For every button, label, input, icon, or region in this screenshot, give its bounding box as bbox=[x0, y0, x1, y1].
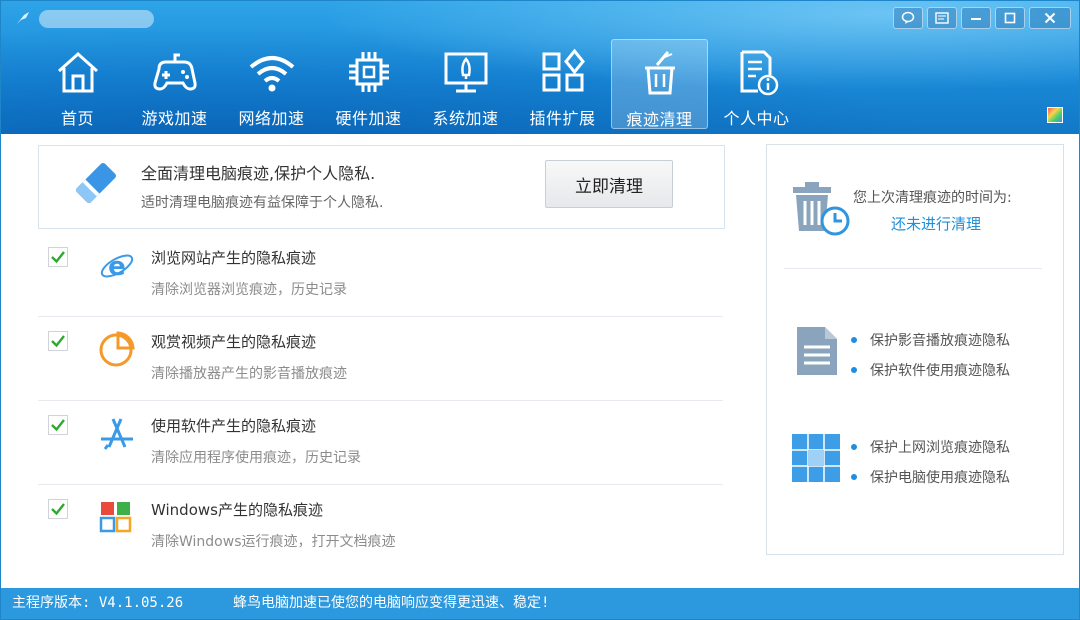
last-clean-label: 您上次清理痕迹的时间为: bbox=[853, 190, 1012, 206]
menu-icon bbox=[935, 12, 949, 24]
browser-grid-icon bbox=[792, 434, 840, 482]
divider bbox=[784, 268, 1042, 269]
nav-label: 插件扩展 bbox=[529, 109, 596, 128]
minimize-button[interactable] bbox=[961, 7, 991, 29]
clean-now-button[interactable]: 立即清理 bbox=[545, 160, 673, 208]
item-desc: 清除Windows运行痕迹，打开文档痕迹 bbox=[151, 534, 396, 550]
banner-subtitle: 适时清理电脑痕迹有益保障于个人隐私. bbox=[141, 195, 384, 211]
close-icon bbox=[1044, 12, 1056, 24]
bullet-text: 保护影音播放痕迹隐私 bbox=[870, 333, 1010, 349]
clean-banner: 全面清理电脑痕迹,保护个人隐私. 适时清理电脑痕迹有益保障于个人隐私. 立即清理 bbox=[38, 145, 725, 229]
item-desc: 清除应用程序使用痕迹，历史记录 bbox=[151, 450, 361, 466]
bullet-text: 保护电脑使用痕迹隐私 bbox=[870, 470, 1010, 486]
chat-bubble-icon bbox=[901, 11, 915, 24]
ie-browser-icon: e bbox=[100, 252, 134, 282]
nav-system-boost[interactable]: 系统加速 bbox=[417, 39, 514, 129]
list-item: 使用软件产生的隐私痕迹 清除应用程序使用痕迹，历史记录 bbox=[38, 401, 723, 485]
app-store-icon bbox=[101, 418, 133, 450]
monitor-rocket-icon bbox=[444, 52, 487, 93]
nav-label: 痕迹清理 bbox=[626, 110, 693, 129]
main-nav: 首页 游戏加速 网络加速 硬件加速 系统加速 插件扩展 痕迹清理 个人中心 bbox=[29, 39, 805, 129]
menu-button[interactable] bbox=[927, 7, 957, 29]
item-title: Windows产生的隐私痕迹 bbox=[151, 501, 323, 519]
item-desc: 清除播放器产生的影音播放痕迹 bbox=[151, 366, 347, 382]
list-item: e 浏览网站产生的隐私痕迹 清除浏览器浏览痕迹，历史记录 bbox=[38, 233, 723, 317]
svg-text:e: e bbox=[108, 252, 126, 282]
item-title: 观赏视频产生的隐私痕迹 bbox=[151, 333, 317, 351]
nav-label: 个人中心 bbox=[723, 109, 790, 128]
skin-button[interactable] bbox=[1047, 107, 1063, 123]
bullet-item: 保护影音播放痕迹隐私 bbox=[851, 330, 1010, 350]
header: 首页 游戏加速 网络加速 硬件加速 系统加速 插件扩展 痕迹清理 个人中心 bbox=[1, 1, 1079, 134]
nav-label: 网络加速 bbox=[238, 109, 305, 128]
window-title-redacted bbox=[39, 10, 154, 28]
nav-game-boost[interactable]: 游戏加速 bbox=[126, 39, 223, 129]
wifi-icon bbox=[249, 56, 294, 92]
nav-home[interactable]: 首页 bbox=[29, 39, 126, 129]
list-item: Windows产生的隐私痕迹 清除Windows运行痕迹，打开文档痕迹 bbox=[38, 485, 723, 568]
trace-list: e 浏览网站产生的隐私痕迹 清除浏览器浏览痕迹，历史记录 观赏视频产生的隐私痕迹… bbox=[38, 233, 723, 568]
info-panel: 您上次清理痕迹的时间为: 还未进行清理 保护影音播放痕迹隐私 保护软件使用痕迹隐… bbox=[766, 144, 1064, 555]
item-title: 浏览网站产生的隐私痕迹 bbox=[151, 249, 317, 267]
item-title: 使用软件产生的隐私痕迹 bbox=[151, 417, 317, 435]
banner-title: 全面清理电脑痕迹,保护个人隐私. bbox=[141, 164, 376, 183]
nav-plugins[interactable]: 插件扩展 bbox=[514, 39, 611, 129]
nav-hardware-boost[interactable]: 硬件加速 bbox=[320, 39, 417, 129]
windows-logo-icon bbox=[99, 502, 132, 533]
maximize-icon bbox=[1004, 12, 1016, 24]
maximize-button[interactable] bbox=[995, 7, 1025, 29]
home-icon bbox=[57, 51, 98, 93]
status-bar: 主程序版本: V4.1.05.26 蜂鸟电脑加速已使您的电脑响应变得更迅速、稳定… bbox=[1, 588, 1079, 619]
bullet-text: 保护软件使用痕迹隐私 bbox=[870, 363, 1010, 379]
pie-chart-icon bbox=[99, 331, 135, 367]
bullet-text: 保护上网浏览痕迹隐私 bbox=[870, 440, 1010, 456]
checkbox-software[interactable] bbox=[48, 415, 68, 435]
window-controls bbox=[893, 7, 1075, 29]
checkbox-video[interactable] bbox=[48, 331, 68, 351]
item-desc: 清除浏览器浏览痕迹，历史记录 bbox=[151, 282, 347, 298]
trash-clock-icon bbox=[793, 182, 850, 236]
bullet-item: 保护上网浏览痕迹隐私 bbox=[851, 437, 1010, 457]
nav-personal-center[interactable]: 个人中心 bbox=[708, 39, 805, 129]
gamepad-icon bbox=[152, 53, 197, 91]
plugin-grid-icon bbox=[542, 48, 585, 92]
close-button[interactable] bbox=[1029, 7, 1071, 29]
bullet-item: 保护软件使用痕迹隐私 bbox=[851, 360, 1010, 380]
document-info-icon bbox=[740, 50, 778, 96]
nav-network-boost[interactable]: 网络加速 bbox=[223, 39, 320, 129]
nav-label: 游戏加速 bbox=[141, 109, 208, 128]
nav-label: 硬件加速 bbox=[335, 109, 402, 128]
list-item: 观赏视频产生的隐私痕迹 清除播放器产生的影音播放痕迹 bbox=[38, 317, 723, 401]
nav-trace-clean[interactable]: 痕迹清理 bbox=[611, 39, 708, 129]
chip-icon bbox=[348, 52, 389, 92]
checkbox-windows[interactable] bbox=[48, 499, 68, 519]
last-clean-value: 还未进行清理 bbox=[891, 215, 982, 233]
eraser-icon bbox=[76, 163, 116, 203]
checkbox-browser[interactable] bbox=[48, 247, 68, 267]
app-window: 首页 游戏加速 网络加速 硬件加速 系统加速 插件扩展 痕迹清理 个人中心 全面… bbox=[0, 0, 1080, 620]
bullet-item: 保护电脑使用痕迹隐私 bbox=[851, 467, 1010, 487]
hummingbird-logo-icon bbox=[15, 10, 31, 26]
minimize-icon bbox=[971, 18, 981, 20]
status-message: 蜂鸟电脑加速已使您的电脑响应变得更迅速、稳定! bbox=[233, 595, 550, 611]
document-icon bbox=[797, 327, 837, 375]
feedback-button[interactable] bbox=[893, 7, 923, 29]
nav-label: 首页 bbox=[60, 109, 94, 128]
version-text: 主程序版本: V4.1.05.26 bbox=[12, 595, 184, 611]
trash-broom-icon bbox=[644, 51, 675, 95]
nav-label: 系统加速 bbox=[432, 109, 499, 128]
